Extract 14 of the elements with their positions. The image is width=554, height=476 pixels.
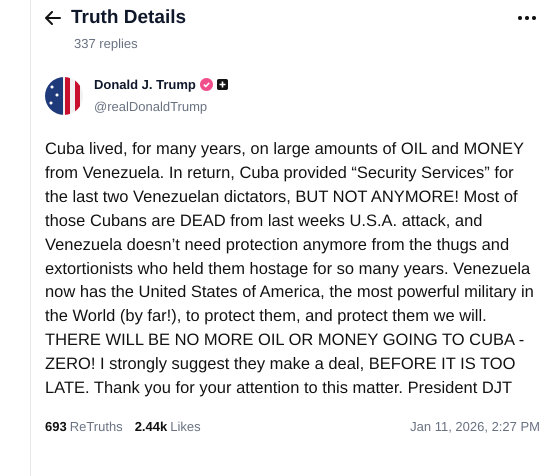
stat-label: Likes (170, 418, 201, 436)
reply-count: 337 replies (74, 34, 139, 53)
stat-count: 2.44k (134, 418, 168, 436)
plus-badge-icon (216, 79, 228, 90)
more-options-icon[interactable] (518, 16, 536, 20)
avatar[interactable] (45, 76, 83, 114)
post-timestamp: Jan 11, 2026, 2:27 PM (410, 418, 540, 436)
stat-count: 693 (45, 418, 67, 436)
author-handle[interactable]: @realDonaldTrump (94, 96, 228, 116)
page-title: Truth Details (71, 6, 186, 30)
post-text: Cuba lived, for many years, on large amounts of OIL and MONEY from Venezuela. In return, Cuba provided “Security Services” for the last two Venezuelan dictators, BUT NOT ANYMORE! Most of those Cubans are DEAD from last weeks U.S.A. attack, and Venezuela doesn’t need protection anymore from the thugs and extortionists who held them hostage for so many years. Venezuela now has the United States of America, the most powerful military in the World (by far!), to protect them, and protect them we will. THERE WILL BE NO MORE OIL OR MONEY GOING TO CUBA - ZERO! I strongly suggest they make a deal, BEFORE IT IS TOO LATE. Thank you for your attention to this matter. President DJT (45, 139, 535, 400)
author-name[interactable]: Donald J. Trump (94, 75, 196, 94)
stat-label: ReTruths (70, 418, 123, 436)
back-arrow-icon[interactable] (45, 11, 61, 26)
